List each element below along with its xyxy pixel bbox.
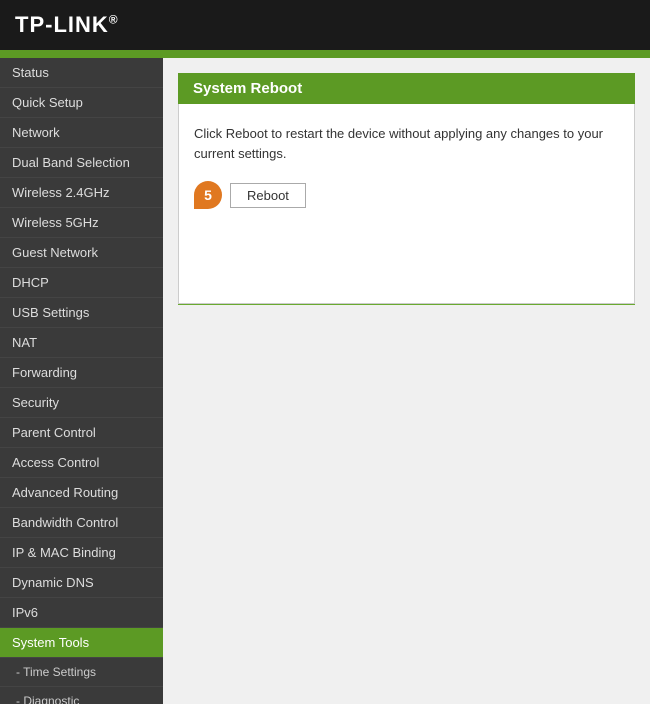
sidebar-item-3[interactable]: Dual Band Selection <box>0 148 163 178</box>
logo: TP-LINK® <box>15 12 119 38</box>
sidebar-item-label-3: Dual Band Selection <box>12 155 130 170</box>
sidebar-item-label-4: Wireless 2.4GHz <box>12 185 110 200</box>
reboot-row: 5 Reboot <box>194 181 619 209</box>
sidebar-item-label-9: NAT <box>12 335 37 350</box>
green-bar <box>0 50 650 58</box>
sidebar-item-13[interactable]: Access Control <box>0 448 163 478</box>
sidebar-item-6[interactable]: Guest Network <box>0 238 163 268</box>
sidebar-item-label-13: Access Control <box>12 455 99 470</box>
sidebar-item-4[interactable]: Wireless 2.4GHz <box>0 178 163 208</box>
sidebar-item-19[interactable]: System Tools <box>0 628 163 658</box>
sidebar-item-14[interactable]: Advanced Routing <box>0 478 163 508</box>
sidebar-item-20[interactable]: - Time Settings <box>0 658 163 687</box>
sidebar-item-label-6: Guest Network <box>12 245 98 260</box>
sidebar-item-label-10: Forwarding <box>12 365 77 380</box>
sidebar-item-1[interactable]: Quick Setup <box>0 88 163 118</box>
sidebar: Status Quick Setup Network Dual Band Select… <box>0 58 163 704</box>
sidebar-item-label-15: Bandwidth Control <box>12 515 118 530</box>
sidebar-item-15[interactable]: Bandwidth Control <box>0 508 163 538</box>
sidebar-item-label-20: - Time Settings <box>16 665 96 679</box>
sidebar-item-label-17: Dynamic DNS <box>12 575 94 590</box>
sidebar-item-label-1: Quick Setup <box>12 95 83 110</box>
sidebar-item-18[interactable]: IPv6 <box>0 598 163 628</box>
reboot-button[interactable]: Reboot <box>230 183 306 208</box>
content-area: Click Reboot to restart the device witho… <box>178 104 635 304</box>
description: Click Reboot to restart the device witho… <box>194 124 619 163</box>
sidebar-item-label-11: Security <box>12 395 59 410</box>
sidebar-item-label-16: IP & MAC Binding <box>12 545 116 560</box>
sidebar-item-label-8: USB Settings <box>12 305 89 320</box>
section-title: System Reboot <box>178 73 635 104</box>
sidebar-item-11[interactable]: Security <box>0 388 163 418</box>
sidebar-item-17[interactable]: Dynamic DNS <box>0 568 163 598</box>
sidebar-item-label-21: - Diagnostic <box>16 694 79 704</box>
sidebar-item-10[interactable]: Forwarding <box>0 358 163 388</box>
sidebar-item-12[interactable]: Parent Control <box>0 418 163 448</box>
sidebar-item-label-5: Wireless 5GHz <box>12 215 99 230</box>
divider <box>178 304 635 305</box>
sidebar-item-5[interactable]: Wireless 5GHz <box>0 208 163 238</box>
layout: Status Quick Setup Network Dual Band Select… <box>0 58 650 704</box>
sidebar-item-7[interactable]: DHCP <box>0 268 163 298</box>
header: TP-LINK® <box>0 0 650 50</box>
sidebar-item-label-12: Parent Control <box>12 425 96 440</box>
sidebar-item-label-19: System Tools <box>12 635 89 650</box>
sidebar-item-label-0: Status <box>12 65 49 80</box>
main-content: System Reboot Click Reboot to restart th… <box>163 58 650 704</box>
sidebar-item-9[interactable]: NAT <box>0 328 163 358</box>
sidebar-item-8[interactable]: USB Settings <box>0 298 163 328</box>
sidebar-item-label-7: DHCP <box>12 275 49 290</box>
sidebar-item-label-18: IPv6 <box>12 605 38 620</box>
sidebar-item-16[interactable]: IP & MAC Binding <box>0 538 163 568</box>
sidebar-item-21[interactable]: - Diagnostic <box>0 687 163 704</box>
sidebar-item-label-14: Advanced Routing <box>12 485 118 500</box>
sidebar-item-label-2: Network <box>12 125 60 140</box>
sidebar-item-0[interactable]: Status <box>0 58 163 88</box>
sidebar-item-2[interactable]: Network <box>0 118 163 148</box>
reboot-badge: 5 <box>194 181 222 209</box>
